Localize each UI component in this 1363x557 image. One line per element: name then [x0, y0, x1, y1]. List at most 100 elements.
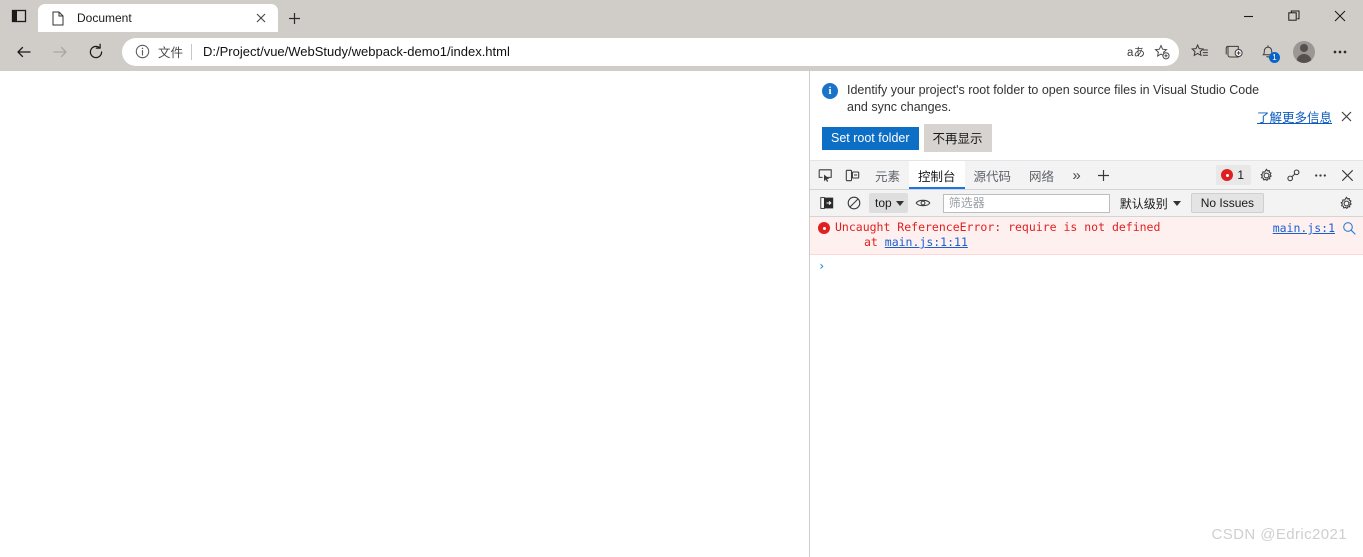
tab-title: Document: [77, 11, 132, 25]
navigation-bar: 文件 D:/Project/vue/WebStudy/webpack-demo1…: [0, 32, 1363, 71]
tab-network-label: 网络: [1029, 169, 1055, 184]
tab-network[interactable]: 网络: [1020, 161, 1063, 189]
devtools-settings-button[interactable]: [1253, 162, 1280, 188]
console-sidebar-toggle[interactable]: [813, 190, 840, 216]
gear-icon: [1340, 196, 1352, 209]
minimize-button[interactable]: [1225, 0, 1271, 32]
avatar-image: [1293, 40, 1315, 63]
devtools-tab-strip: 元素 控制台 源代码 网络 » 1: [810, 161, 1363, 190]
chevron-down-icon: [1172, 200, 1181, 206]
add-favorite-button[interactable]: [1149, 40, 1175, 64]
console-filter-toolbar: top 默认级别 No Issues: [810, 190, 1363, 217]
console-input-prompt[interactable]: ›: [810, 255, 1363, 277]
banner-message: Identify your project's root folder to o…: [847, 83, 1260, 114]
collections-add-icon: [1225, 45, 1243, 57]
notifications-icon[interactable]: 1: [1251, 36, 1285, 68]
device-toolbar-icon: [845, 169, 860, 181]
gear-icon: [1260, 168, 1272, 181]
no-issues-button[interactable]: No Issues: [1190, 193, 1265, 213]
error-dot-icon: [1221, 169, 1234, 181]
error-text: Uncaught ReferenceError: require is not …: [835, 220, 1161, 234]
devtools-panel: i Identify your project's root folder to…: [809, 71, 1363, 557]
minimize-icon: [1243, 15, 1253, 17]
stack-prefix: at: [864, 235, 885, 249]
close-icon: [1334, 10, 1346, 22]
stack-source-link[interactable]: main.js:1:11: [885, 235, 968, 249]
chevron-double-right-icon: »: [1072, 166, 1081, 184]
tab-actions-button[interactable]: [0, 0, 38, 32]
console-settings-button[interactable]: [1333, 190, 1360, 216]
error-icon: [818, 222, 830, 234]
devtools-customize-button[interactable]: [1280, 162, 1307, 188]
ellipsis-icon: [1333, 50, 1347, 53]
title-bar: Document: [0, 0, 1363, 32]
forward-arrow-icon: [53, 46, 67, 57]
add-favorite-star-icon: [1154, 43, 1170, 59]
read-aloud-button[interactable]: aあ: [1123, 40, 1149, 64]
tab-sources-label: 源代码: [973, 169, 1012, 184]
settings-and-more-button[interactable]: [1323, 36, 1357, 68]
log-level-label: 默认级别: [1119, 196, 1168, 211]
tab-elements-label: 元素: [875, 169, 901, 184]
context-label: top: [875, 196, 892, 210]
address-bar[interactable]: 文件 D:/Project/vue/WebStudy/webpack-demo1…: [122, 37, 1179, 66]
favorites-star-list-icon: [1191, 43, 1208, 56]
eye-icon: [915, 199, 931, 207]
javascript-context-select[interactable]: top: [869, 193, 908, 213]
set-root-folder-button[interactable]: Set root folder: [822, 126, 919, 150]
close-devtools-button[interactable]: [1334, 162, 1361, 188]
console-filter-input[interactable]: [942, 193, 1110, 213]
restore-button[interactable]: [1271, 0, 1317, 32]
error-count-label: 1: [1237, 168, 1244, 182]
search-icon[interactable]: [1342, 221, 1356, 235]
console-sidebar-icon: [819, 197, 833, 209]
read-aloud-label: aあ: [1127, 46, 1145, 59]
browser-tab[interactable]: Document: [38, 4, 278, 32]
clear-console-button[interactable]: [840, 190, 867, 216]
inspect-element-button[interactable]: [812, 162, 839, 188]
plus-icon: [1098, 169, 1110, 181]
tab-sources[interactable]: 源代码: [965, 161, 1021, 189]
browser-window: Document 文件 D:/Project/vue/WebStudy/webp…: [0, 0, 1363, 557]
inspect-element-icon: [818, 168, 832, 182]
live-expression-button[interactable]: [910, 190, 937, 216]
forward-button[interactable]: [42, 36, 78, 68]
dont-show-again-button[interactable]: 不再显示: [923, 124, 992, 152]
add-panel-button[interactable]: [1090, 162, 1117, 188]
favorites-icon[interactable]: [1183, 36, 1217, 68]
url-text[interactable]: D:/Project/vue/WebStudy/webpack-demo1/in…: [192, 44, 1123, 59]
page-viewport[interactable]: [0, 71, 809, 557]
new-tab-button[interactable]: [278, 4, 310, 32]
prompt-caret-icon: ›: [818, 259, 826, 273]
more-tabs-button[interactable]: »: [1063, 162, 1090, 188]
vscode-root-folder-banner: i Identify your project's root folder to…: [810, 71, 1363, 161]
notification-badge-count: 1: [1269, 51, 1280, 63]
collections-icon[interactable]: [1217, 36, 1251, 68]
url-scheme-label: 文件: [158, 46, 184, 60]
site-info-icon[interactable]: [132, 42, 152, 62]
devtools-more-button[interactable]: [1307, 162, 1334, 188]
console-output[interactable]: Uncaught ReferenceError: require is not …: [810, 217, 1363, 557]
reload-icon: [89, 43, 103, 58]
error-source-link[interactable]: main.js:1: [1273, 221, 1335, 235]
tab-actions-icon: [11, 9, 27, 23]
error-count-badge[interactable]: 1: [1216, 165, 1251, 185]
banner-close-icon[interactable]: [1339, 110, 1353, 124]
document-icon: [50, 10, 66, 26]
tab-elements[interactable]: 元素: [866, 161, 909, 189]
info-icon: i: [822, 83, 838, 99]
close-button[interactable]: [1317, 0, 1363, 32]
log-level-select[interactable]: 默认级别: [1116, 193, 1185, 213]
reload-button[interactable]: [78, 36, 114, 68]
back-button[interactable]: [6, 36, 42, 68]
profile-avatar[interactable]: [1285, 36, 1323, 68]
device-toolbar-button[interactable]: [839, 162, 866, 188]
browser-toolbar: 1: [1183, 36, 1357, 68]
tab-close-icon[interactable]: [250, 7, 272, 29]
window-controls: [1225, 0, 1363, 32]
more-options-icon: [1315, 173, 1326, 177]
learn-more-link[interactable]: 了解更多信息: [1257, 107, 1332, 126]
chevron-down-icon: [895, 200, 904, 206]
tab-console[interactable]: 控制台: [909, 161, 965, 189]
console-error-message[interactable]: Uncaught ReferenceError: require is not …: [810, 217, 1363, 255]
